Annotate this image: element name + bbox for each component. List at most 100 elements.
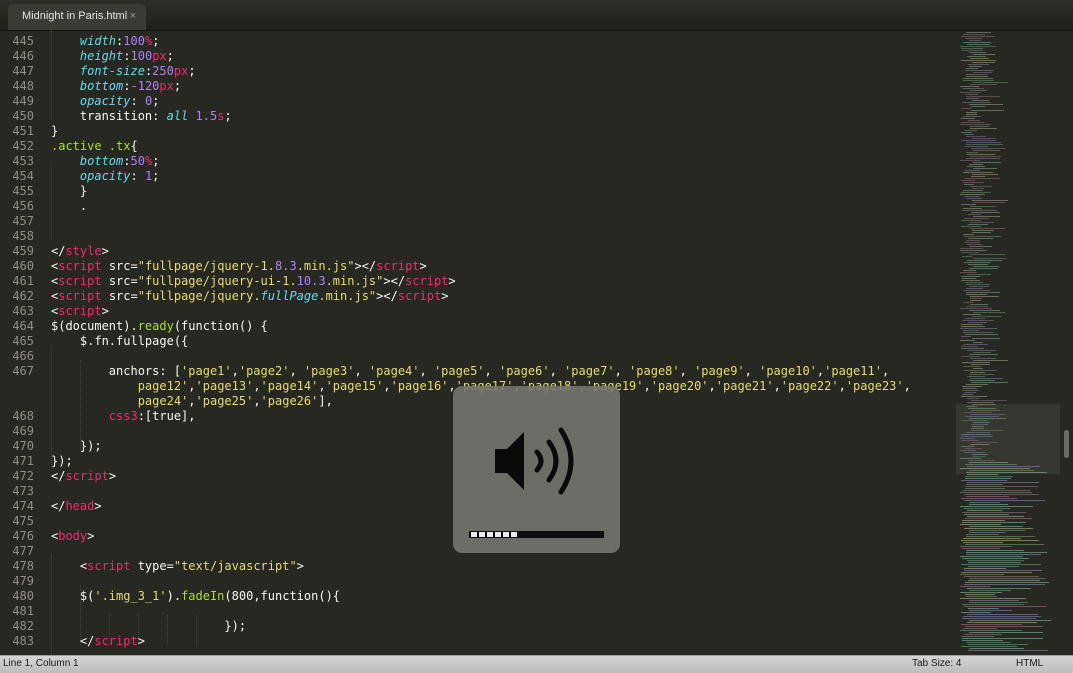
minimap-line [961,624,1022,625]
code-token: }); [51,439,102,453]
minimap-line [960,556,1023,557]
minimap-line [963,80,994,81]
minimap-line [973,54,995,55]
minimap-line [962,394,973,395]
vertical-scrollbar[interactable] [1060,30,1073,655]
minimap-line [969,380,995,381]
code-token: , [679,364,695,378]
line-number: 448 [12,79,34,93]
code-token: , [903,379,911,393]
minimap-line [969,648,1024,649]
code-token: all [166,109,189,123]
minimap-line [962,512,1026,513]
minimap-line [960,468,1030,469]
minimap-line [962,522,1026,523]
tab-midnight-in-paris[interactable]: Midnight in Paris.html × [8,4,146,30]
code-line: $(document).ready(function() { [51,319,268,334]
minimap-line [960,272,977,273]
minimap-line [973,168,997,169]
minimap-line [970,358,996,359]
minimap-line [966,536,1035,537]
minimap[interactable] [956,30,1060,655]
minimap-line [963,116,981,117]
code-token: < [51,559,88,573]
minimap-line [969,418,1006,419]
code-editor[interactable]: 445 446 447 448 449 450 451 452 453 454 455 456 457 4… [0,30,956,655]
minimap-line [964,494,1039,495]
minimap-line [967,260,1002,261]
code-token: fullPage [260,289,319,303]
line-number: 466 [12,349,34,363]
minimap-line [969,632,1043,633]
minimap-line [960,86,979,87]
code-token: 10.3 [296,274,326,288]
minimap-line [965,626,1043,627]
code-token: 1.5 [195,109,218,123]
code-token: 'page7' [564,364,615,378]
code-token: > [419,259,427,273]
minimap-line [964,218,989,219]
minimap-line [963,34,985,35]
minimap-line [961,564,1041,565]
minimap-line [971,410,1000,411]
volume-segment [511,532,517,537]
line-number: 455 [12,184,34,198]
minimap-line [961,498,1017,499]
code-token: 'page14' [260,379,319,393]
code-token: ], [318,394,333,408]
code-token: , [643,379,651,393]
tab-title: Midnight in Paris.html [22,10,128,22]
code-token: 'page5' [433,364,485,378]
code-token: src= [101,274,138,288]
minimap-line [973,202,1005,203]
minimap-line [965,594,995,595]
minimap-line [963,290,990,291]
scrollbar-thumb[interactable] [1064,430,1069,458]
code-token: .min.js" [318,289,377,303]
minimap-line [967,244,983,245]
code-line: .active .tx{ [51,139,138,154]
minimap-line [973,456,985,457]
minimap-line [969,532,1005,533]
minimap-line [966,642,1011,643]
code-token: page12' [137,379,189,393]
minimap-line [960,340,975,341]
minimap-line [963,208,982,209]
tab-size-selector[interactable]: Tab Size: 4 [912,656,961,672]
line-number: 480 [12,589,34,603]
status-bar: Line 1, Column 1 Tab Size: 4 HTML [0,655,1073,673]
minimap-line [964,606,1046,607]
line-number: 458 [12,229,34,243]
minimap-line [966,152,978,153]
minimap-line [966,306,988,307]
minimap-line [971,382,1008,383]
close-icon[interactable]: × [130,4,136,28]
minimap-line [969,254,1005,255]
minimap-line [966,144,1003,145]
code-token: anchors: [ [51,364,182,378]
minimap-line [961,480,1007,481]
code-token: script [376,259,420,273]
code-area[interactable]: width:100%; height:100px; font-size:250p… [51,30,956,655]
line-number: 479 [12,574,34,588]
code-token: > [94,499,102,513]
minimap-line [973,422,990,423]
minimap-line [970,296,999,297]
code-token: }); [51,454,73,468]
minimap-line [965,130,977,131]
line-number: 483 [12,634,34,648]
minimap-line [965,464,1017,465]
minimap-line [963,234,974,235]
minimap-line [969,310,1000,311]
minimap-line [963,182,984,183]
minimap-line [971,212,1000,213]
minimap-line [962,320,994,321]
minimap-line [966,96,1000,97]
minimap-line [964,242,980,243]
volume-segment [495,532,501,537]
syntax-selector[interactable]: HTML [1016,656,1043,672]
minimap-line [970,304,988,305]
minimap-line [966,74,988,75]
